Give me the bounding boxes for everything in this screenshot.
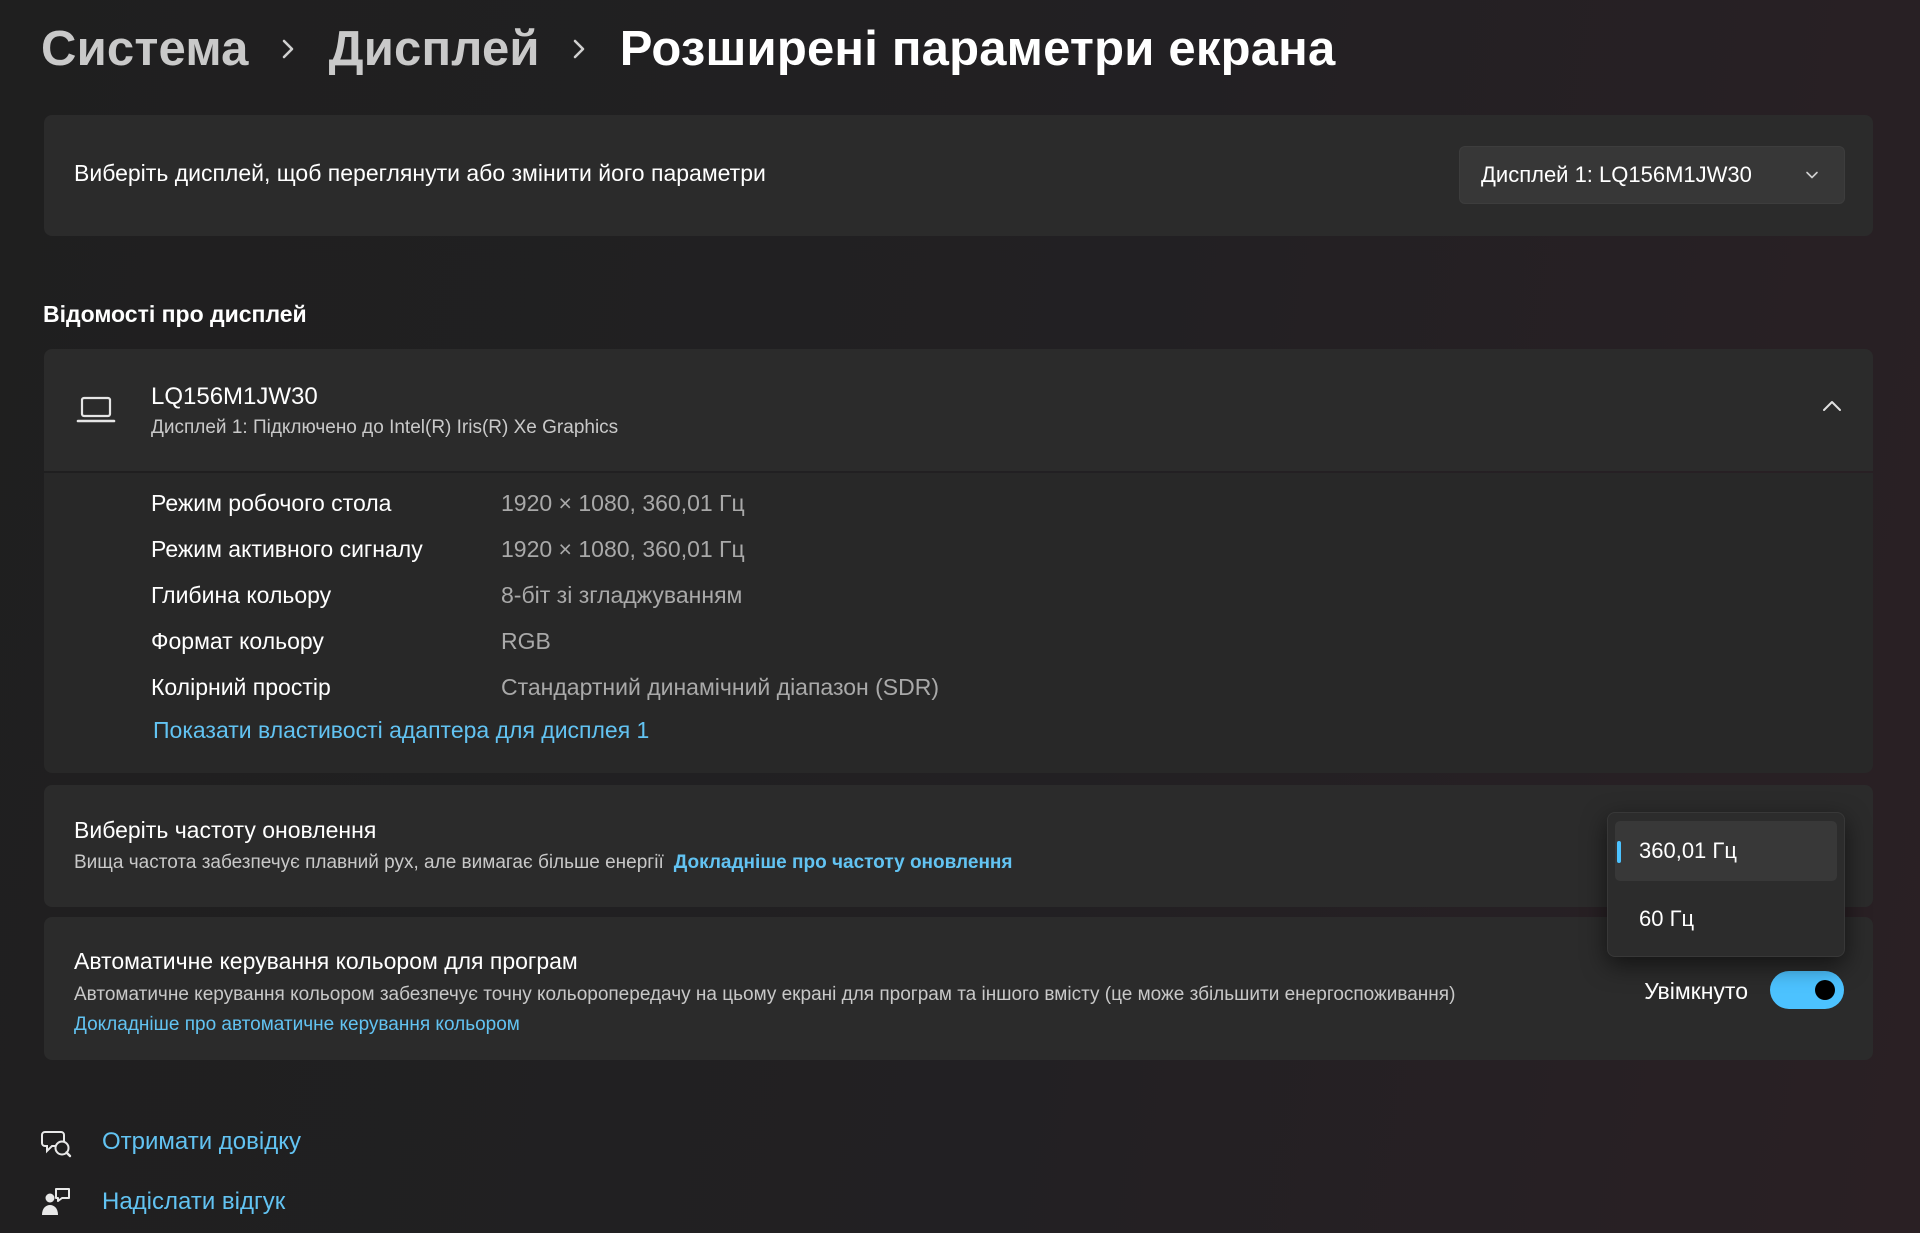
refresh-rate-option-60[interactable]: 60 Гц <box>1615 889 1837 949</box>
display-name: LQ156M1JW30 <box>151 383 318 410</box>
property-label: Глибина кольору <box>151 581 332 608</box>
breadcrumb-item-display[interactable]: Дисплей <box>329 21 540 77</box>
refresh-rate-learn-more-link[interactable]: Докладніше про частоту оновлення <box>674 852 1013 873</box>
auto-color-toggle[interactable] <box>1770 971 1844 1009</box>
display-info-details: Режим робочого стола 1920 × 1080, 360,01… <box>44 473 1873 773</box>
chevron-down-icon <box>1806 171 1818 179</box>
auto-color-card: Автоматичне керування кольором для прогр… <box>44 917 1873 1060</box>
property-row: Глибина кольору 8-біт зі згладжуванням <box>151 575 742 615</box>
display-connection-info: Дисплей 1: Підключено до Intel(R) Iris(R… <box>151 417 619 438</box>
send-feedback-label: Надіслати відгук <box>102 1188 286 1215</box>
property-value: Стандартний динамічний діапазон (SDR) <box>501 673 940 700</box>
select-display-card: Виберіть дисплей, щоб переглянути або зм… <box>44 115 1873 236</box>
settings-page: Система Дисплей Розширені параметри екра… <box>0 0 1920 1233</box>
auto-color-description-text: Автоматичне керування кольором забезпечу… <box>74 984 1456 1005</box>
property-row: Режим робочого стола 1920 × 1080, 360,01… <box>151 483 745 523</box>
refresh-rate-description-text: Вища частота забезпечує плавний рух, але… <box>74 852 664 873</box>
help-icon <box>41 1131 72 1158</box>
property-label: Формат кольору <box>151 627 324 654</box>
refresh-rate-card: Виберіть частоту оновлення Вища частота … <box>44 785 1873 907</box>
property-row: Формат кольору RGB <box>151 621 551 661</box>
refresh-rate-dropdown-menu: 360,01 Гц 60 Гц <box>1607 812 1845 957</box>
refresh-rate-option-label: 360,01 Гц <box>1639 838 1737 863</box>
breadcrumb-item-system[interactable]: Система <box>41 21 249 77</box>
display-info-header[interactable]: LQ156M1JW30 Дисплей 1: Підключено до Int… <box>44 349 1873 471</box>
property-value: RGB <box>501 627 551 654</box>
send-feedback-link[interactable]: Надіслати відгук <box>40 1182 285 1222</box>
get-help-label: Отримати довідку <box>102 1128 302 1155</box>
property-row: Колірний простір Стандартний динамічний … <box>151 667 939 707</box>
refresh-rate-description: Вища частота забезпечує плавний рух, але… <box>74 852 1012 874</box>
refresh-rate-option-label: 60 Гц <box>1639 906 1695 931</box>
property-value: 1920 × 1080, 360,01 Гц <box>501 535 745 562</box>
auto-color-description: Автоматичне керування кольором забезпечу… <box>74 980 1554 1040</box>
display-select-value: Дисплей 1: LQ156M1JW30 <box>1481 162 1752 187</box>
breadcrumb: Система Дисплей Розширені параметри екра… <box>41 14 1335 84</box>
property-label: Режим робочого стола <box>151 489 392 516</box>
display-info-card: LQ156M1JW30 Дисплей 1: Підключено до Int… <box>44 349 1873 773</box>
refresh-rate-title: Виберіть частоту оновлення <box>74 817 377 843</box>
select-display-label: Виберіть дисплей, щоб переглянути або зм… <box>74 160 766 186</box>
auto-color-title: Автоматичне керування кольором для прогр… <box>74 948 578 974</box>
toggle-state-label: Увімкнуто <box>1644 978 1748 1004</box>
property-value: 1920 × 1080, 360,01 Гц <box>501 489 745 516</box>
property-label: Режим активного сигналу <box>151 535 423 562</box>
property-value: 8-біт зі згладжуванням <box>501 581 743 608</box>
property-label: Колірний простір <box>151 673 331 700</box>
toggle-knob <box>1815 980 1835 1000</box>
chevron-right-icon <box>281 38 295 60</box>
property-row: Режим активного сигналу 1920 × 1080, 360… <box>151 529 745 569</box>
chevron-up-icon[interactable] <box>1821 399 1843 413</box>
auto-color-learn-more-link[interactable]: Докладніше про автоматичне керування кол… <box>74 1014 520 1035</box>
get-help-link[interactable]: Отримати довідку <box>40 1122 301 1162</box>
refresh-rate-option-360[interactable]: 360,01 Гц <box>1615 821 1837 881</box>
display-select-dropdown[interactable]: Дисплей 1: LQ156M1JW30 <box>1459 146 1845 204</box>
adapter-properties-link[interactable]: Показати властивості адаптера для диспле… <box>153 717 649 744</box>
selection-indicator <box>1617 841 1621 863</box>
laptop-icon <box>76 396 116 423</box>
page-title: Розширені параметри екрана <box>619 22 1336 76</box>
chevron-right-icon <box>572 38 586 60</box>
feedback-icon <box>42 1188 70 1215</box>
section-title-display-info: Відомості про дисплей <box>43 301 307 327</box>
